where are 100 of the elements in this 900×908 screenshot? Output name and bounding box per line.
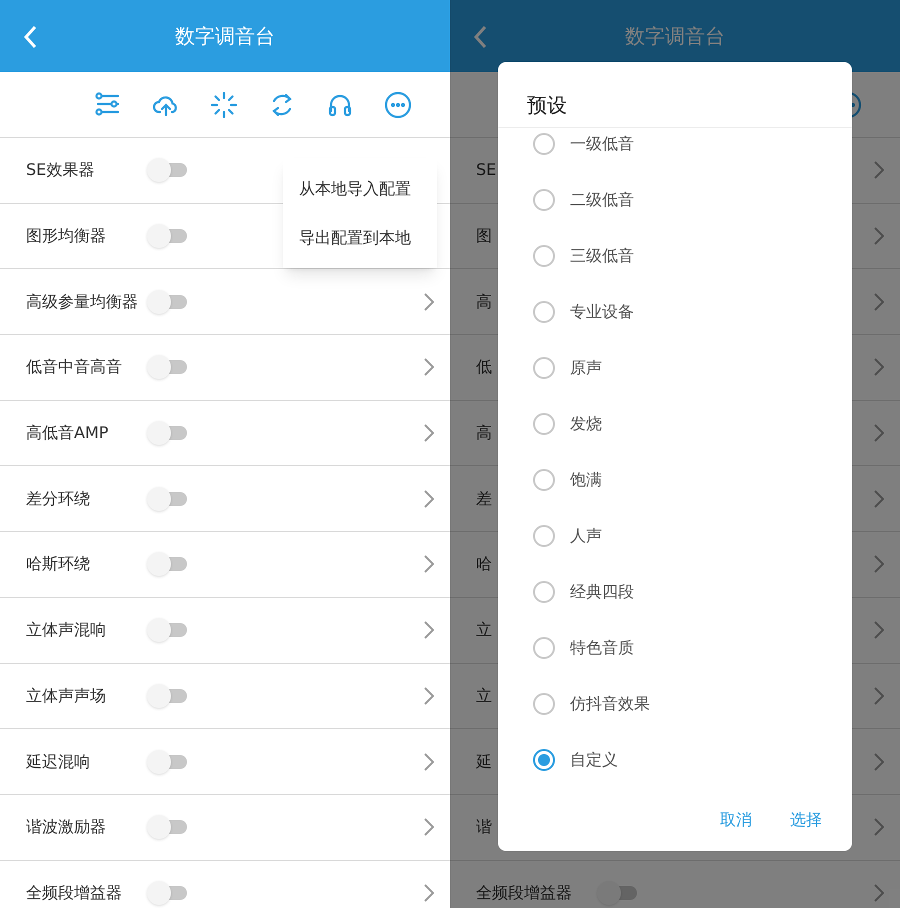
chevron-right-icon [874,621,884,640]
chevron-right-icon [424,752,434,771]
preset-option[interactable]: 二级低音 [498,172,852,228]
radio-button[interactable] [533,469,555,491]
setting-label: 哈 [476,553,492,576]
setting-label: 谐 [476,816,492,838]
preset-option[interactable]: 专业设备 [498,284,852,340]
preset-option[interactable]: 发烧 [498,396,852,452]
loading-spinner-icon[interactable] [210,90,238,118]
more-icon[interactable] [384,90,412,118]
chevron-right-icon [874,555,884,574]
toggle-switch[interactable] [147,684,187,708]
toggle-switch[interactable] [147,618,187,642]
setting-label: 全频段增益器 [476,882,572,904]
header-title: 数字调音台 [175,23,275,50]
option-label: 专业设备 [570,301,634,323]
chevron-right-icon [424,686,434,705]
chevron-right-icon [874,358,884,376]
sliders-icon[interactable] [94,90,122,118]
preset-option[interactable]: 三级低音 [498,228,852,284]
radio-button[interactable] [533,581,555,603]
toggle-switch[interactable] [147,355,187,380]
option-label: 自定义 [570,749,618,771]
chevron-right-icon [874,752,884,771]
setting-label: 高 [476,290,492,313]
setting-label: 立体声混响 [26,619,106,642]
toggle-switch[interactable] [147,290,187,314]
dialog-title: 预设 [498,62,852,128]
setting-label: 高低音AMP [26,422,108,444]
chevron-right-icon [874,490,884,508]
setting-label: 延迟混响 [26,750,90,773]
toggle-switch[interactable] [147,880,187,905]
setting-label: SE [476,159,496,182]
setting-label: 延 [476,750,492,773]
preset-option[interactable]: 饱满 [498,452,852,508]
radio-button[interactable] [533,189,555,211]
chevron-right-icon [874,424,884,442]
chevron-right-icon [874,884,884,902]
setting-label: 立 [476,684,492,707]
setting-label: 立 [476,619,492,642]
chevron-right-icon [424,358,434,376]
toggle-switch[interactable] [147,158,187,182]
chevron-right-icon [424,621,434,640]
toggle-switch[interactable] [597,880,637,905]
setting-label: 低 [476,356,492,378]
chevron-right-icon [874,818,884,836]
radio-button[interactable] [533,413,555,435]
radio-button[interactable] [533,301,555,323]
option-label: 三级低音 [570,245,634,267]
preset-option[interactable]: 原声 [498,340,852,396]
chevron-right-icon [874,161,884,180]
setting-label: 立体声声场 [26,684,106,707]
option-label: 一级低音 [570,133,634,155]
chevron-right-icon [874,686,884,705]
radio-button[interactable] [533,245,555,267]
option-label: 二级低音 [570,189,634,211]
radio-button[interactable] [533,693,555,715]
header-title: 数字调音台 [625,23,725,50]
setting-label: 哈斯环绕 [26,553,90,576]
radio-button[interactable] [533,525,555,547]
option-label: 特色音质 [570,637,634,659]
option-label: 人声 [570,525,602,547]
preset-option[interactable]: 经典四段 [498,564,852,620]
chevron-right-icon [424,292,434,311]
toggle-switch[interactable] [147,815,187,840]
option-label: 经典四段 [570,581,634,603]
setting-label: 高级参量均衡器 [26,290,138,313]
chevron-right-icon [424,424,434,442]
chevron-right-icon [424,555,434,574]
chevron-right-icon [424,818,434,836]
preset-option[interactable]: 仿抖音效果 [498,676,852,732]
setting-label: SE效果器 [26,159,94,182]
radio-button[interactable] [533,749,555,771]
toggle-switch[interactable] [147,486,187,511]
radio-button[interactable] [533,357,555,379]
setting-label: 图 [476,225,492,248]
toggle-switch[interactable] [147,421,187,446]
menu-item[interactable]: 从本地导入配置 [283,164,437,213]
setting-label: 图形均衡器 [26,225,106,248]
chevron-right-icon [874,292,884,311]
option-label: 饱满 [570,469,602,491]
preset-option[interactable]: 特色音质 [498,620,852,676]
option-label: 发烧 [570,413,602,435]
setting-label: 低音中音高音 [26,356,122,378]
toggle-switch[interactable] [147,552,187,576]
setting-label: 差分环绕 [26,488,90,510]
chevron-right-icon [874,227,884,246]
preset-option[interactable]: 自定义 [498,732,852,788]
setting-label: 谐波激励器 [26,816,106,838]
option-label: 原声 [570,357,602,379]
radio-button[interactable] [533,637,555,659]
chevron-right-icon [424,884,434,902]
radio-button[interactable] [533,133,555,155]
menu-item[interactable]: 导出配置到本地 [283,213,437,262]
toggle-switch[interactable] [147,750,187,774]
chevron-right-icon [424,490,434,508]
preset-option[interactable]: 一级低音 [498,128,852,172]
toggle-switch[interactable] [147,224,187,248]
option-label: 仿抖音效果 [570,693,650,715]
preset-option[interactable]: 人声 [498,508,852,564]
